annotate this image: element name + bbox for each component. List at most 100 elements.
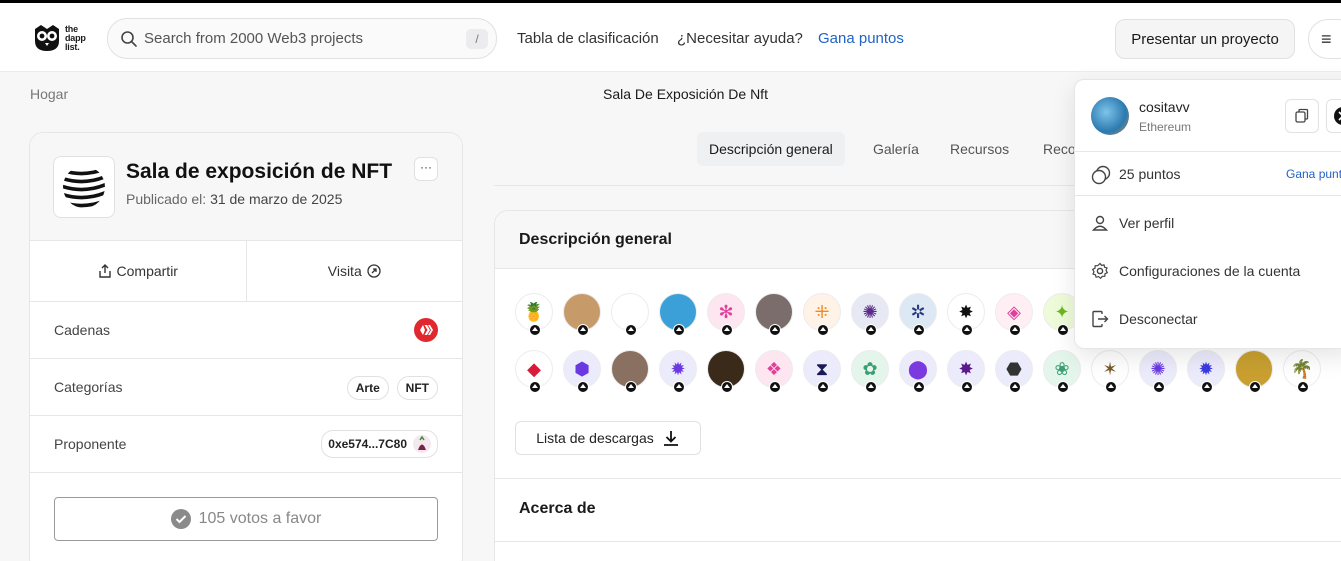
nav-leaderboard-link[interactable]: Tabla de clasificación [517, 30, 659, 47]
upvote-button[interactable]: 105 votos a favor [54, 497, 438, 541]
nft-collection-avatar[interactable] [659, 293, 697, 336]
logout-item[interactable]: Desconectar [1091, 310, 1198, 328]
nft-collection-avatar[interactable]: ✹ [1187, 350, 1225, 393]
nft-collection-avatar[interactable]: ✸ [947, 350, 985, 393]
share-button[interactable]: Compartir [30, 241, 246, 301]
download-list-button[interactable]: Lista de descargas [515, 421, 701, 455]
nft-collection-avatar[interactable] [755, 293, 793, 336]
chains-row: Cadenas [30, 302, 462, 359]
avatar-mark: ⬤ [907, 358, 929, 379]
tab-overview[interactable]: Descripción general [697, 132, 845, 166]
user-chain: Ethereum [1139, 120, 1192, 134]
upvote-dot-icon [1009, 381, 1021, 393]
upvote-dot-icon [913, 324, 925, 336]
upvote-dot-icon [1153, 381, 1165, 393]
avatar-mark: ✶ [1102, 358, 1118, 379]
nft-collection-avatar[interactable]: ◈ [995, 293, 1033, 336]
tab-gallery[interactable]: Galería [861, 132, 931, 166]
earn-points-link[interactable]: Gana punt [1286, 167, 1341, 181]
upvote-dot-icon [1009, 324, 1021, 336]
hive-chain-icon[interactable] [414, 318, 438, 342]
x-social-icon [1334, 107, 1341, 125]
nft-collection-avatar[interactable]: ⁜ [803, 293, 841, 336]
nft-collection-avatar[interactable]: ✸ [947, 293, 985, 336]
upvote-dot-icon [1249, 381, 1261, 393]
category-tag-art[interactable]: Arte [346, 376, 389, 400]
proposer-address[interactable]: 0xe574...7C80 [321, 430, 438, 458]
nft-collection-avatar[interactable]: ◆ [515, 350, 553, 393]
categories-label: Categorías [54, 379, 123, 395]
account-settings-item[interactable]: Configuraciones de la cuenta [1091, 262, 1300, 280]
nft-collection-avatar[interactable]: ✲ [899, 293, 937, 336]
avatar-mark: ✸ [958, 358, 974, 379]
category-tag-nft[interactable]: NFT [396, 376, 438, 400]
upvote-dot-icon [673, 381, 685, 393]
copy-address-button[interactable] [1285, 99, 1319, 133]
tab-resources[interactable]: Recursos [938, 132, 1021, 166]
owl-logo-icon [35, 25, 59, 51]
nav-earn-points-link[interactable]: Gana puntos [818, 30, 904, 47]
project-card-header: Sala de exposición de NFT Publicado el: … [30, 133, 462, 241]
proposer-avatar [413, 435, 431, 453]
user-dropdown-menu: cositavv Ethereum 25 puntos Gana punt Ve [1074, 79, 1341, 349]
upvote-dot-icon [769, 381, 781, 393]
striped-sphere-icon [63, 166, 105, 208]
points-section: 25 puntos Gana punt [1075, 152, 1341, 196]
project-actions: Compartir Visita [30, 241, 462, 302]
upvote-dot-icon [721, 381, 733, 393]
proposer-label: Proponente [54, 436, 127, 452]
nft-collection-avatar[interactable]: ⬤ [899, 350, 937, 393]
project-logo [53, 156, 115, 218]
logout-icon [1092, 310, 1109, 328]
user-avatar [1091, 97, 1129, 135]
nft-collection-avatar[interactable]: ⬢ [563, 350, 601, 393]
upvote-dot-icon [961, 324, 973, 336]
points-coin-icon [1091, 165, 1111, 185]
nft-collection-avatar[interactable] [1235, 350, 1273, 393]
username: cositavv [1139, 99, 1190, 115]
breadcrumb-home[interactable]: Hogar [30, 86, 68, 102]
external-arrow-icon [367, 264, 381, 278]
hamburger-menu-button[interactable]: ≡ [1308, 19, 1341, 59]
upvote-dot-icon [577, 324, 589, 336]
nft-collection-avatar[interactable]: ✶ [1091, 350, 1129, 393]
nft-collection-avatar[interactable] [563, 293, 601, 336]
logo-wordmark: the dapp list. [65, 23, 86, 52]
search-input[interactable] [144, 30, 464, 47]
copy-icon [1295, 108, 1309, 123]
nav-help-link[interactable]: ¿Necesitar ayuda? [677, 30, 803, 47]
proposer-row: Proponente 0xe574...7C80 [30, 416, 462, 473]
search-bar[interactable]: / [107, 18, 497, 59]
nft-collection-avatar[interactable] [611, 293, 649, 336]
nft-collection-avatar[interactable]: 🍍 [515, 293, 553, 336]
nft-collection-avatar[interactable]: ❀ [1043, 350, 1081, 393]
more-options-button[interactable]: ··· [414, 157, 438, 181]
view-profile-item[interactable]: Ver perfil [1091, 214, 1174, 232]
submit-project-button[interactable]: Presentar un proyecto [1115, 19, 1295, 59]
nft-collection-avatar[interactable] [611, 350, 649, 393]
nft-collection-avatar[interactable]: ✻ [707, 293, 745, 336]
nft-collection-avatar[interactable]: ✺ [851, 293, 889, 336]
social-link-button[interactable] [1326, 99, 1341, 133]
top-navbar: the dapp list. / Tabla de clasificación … [0, 3, 1341, 72]
avatar-mark: ✹ [670, 358, 686, 379]
avatar-mark: ◈ [1007, 301, 1021, 322]
page-title: Sala De Exposición De Nft [603, 86, 768, 102]
nft-collection-avatar[interactable]: 🌴 [1283, 350, 1321, 393]
nft-collection-avatar[interactable] [707, 350, 745, 393]
share-icon [98, 264, 111, 278]
dapplist-logo[interactable]: the dapp list. [32, 21, 92, 55]
nft-collection-avatar[interactable]: ⧗ [803, 350, 841, 393]
avatar-mark: ✦ [1054, 301, 1070, 322]
nft-collection-avatar[interactable]: ✺ [1139, 350, 1177, 393]
upvote-dot-icon [769, 324, 781, 336]
nft-collection-avatar[interactable]: ✿ [851, 350, 889, 393]
nft-collection-avatar[interactable]: ✹ [659, 350, 697, 393]
check-circle-icon [170, 509, 191, 529]
nft-collection-avatar[interactable]: ⬣ [995, 350, 1033, 393]
avatar-mark: ⁜ [814, 301, 830, 322]
user-icon [1091, 215, 1109, 231]
nft-collection-avatar[interactable]: ❖ [755, 350, 793, 393]
avatar-mark: ✺ [862, 301, 878, 322]
visit-button[interactable]: Visita [245, 241, 463, 301]
